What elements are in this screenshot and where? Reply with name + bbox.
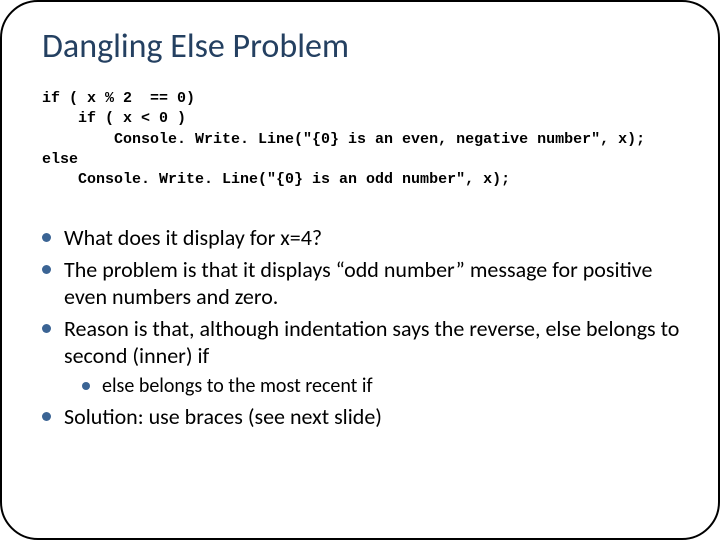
slide-title: Dangling Else Problem [42,26,690,67]
list-item: What does it display for x=4? [42,224,690,252]
code-block: if ( x % 2 == 0) if ( x < 0 ) Console. W… [42,89,690,190]
list-item: Solution: use braces (see next slide) [42,403,690,431]
bullet-text: What does it display for x=4? [64,224,322,251]
bullet-list: What does it display for x=4? The proble… [42,224,690,430]
bullet-text: else belongs to the most recent if [102,374,373,398]
list-item: Reason is that, although indentation say… [42,315,690,399]
bullet-text: Solution: use braces (see next slide) [64,403,382,430]
sub-bullet-list: else belongs to the most recent if [82,374,690,399]
list-item: else belongs to the most recent if [82,374,690,399]
bullet-text: Reason is that, although indentation say… [64,315,679,370]
bullet-text: The problem is that it displays “odd num… [64,256,652,311]
list-item: The problem is that it displays “odd num… [42,256,690,311]
slide: Dangling Else Problem if ( x % 2 == 0) i… [0,0,720,540]
